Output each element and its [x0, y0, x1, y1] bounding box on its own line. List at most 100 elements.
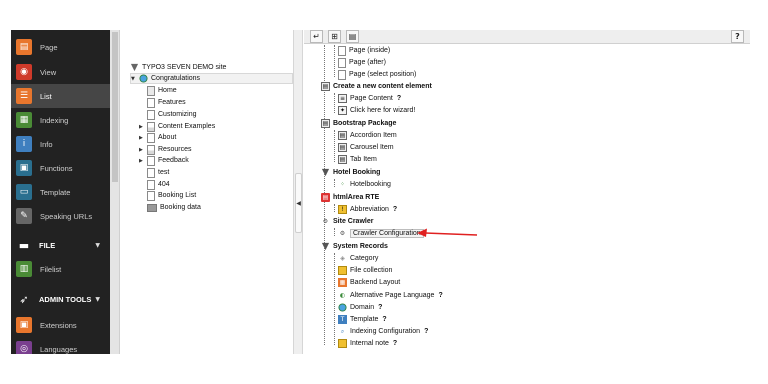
- help-icon[interactable]: ?: [438, 292, 442, 299]
- wizard-category-title: Bootstrap Package: [333, 120, 397, 127]
- wizard-item[interactable]: ! Abbreviation ?: [338, 204, 397, 215]
- wizard-item[interactable]: ⁘ Hotelbooking: [338, 179, 391, 190]
- scrollbar-thumb[interactable]: [112, 32, 118, 182]
- tree-item[interactable]: Booking List: [147, 190, 196, 201]
- tree-item[interactable]: 404: [147, 179, 170, 190]
- module-view[interactable]: ◉ View: [11, 60, 110, 84]
- module-languages[interactable]: ◎ Languages: [11, 337, 110, 354]
- tree-item-selected[interactable]: ▼ Congratulations: [130, 73, 293, 84]
- module-functions[interactable]: ▣ Functions: [11, 156, 110, 180]
- wizard-category-title: System Records: [333, 243, 388, 250]
- wizard-item[interactable]: Domain ?: [338, 302, 382, 313]
- wizard-item[interactable]: Page (after): [338, 57, 386, 68]
- module-label: Page: [40, 42, 58, 52]
- new-record-wizard: Page (inside) Page (after) Page (select …: [304, 45, 750, 354]
- module-label: Languages: [40, 344, 78, 354]
- help-icon[interactable]: ?: [397, 95, 401, 102]
- module-label: Filelist: [40, 264, 62, 274]
- page-icon: [147, 179, 155, 190]
- tree-item[interactable]: ▶ Feedback: [139, 155, 189, 166]
- speaking-urls-icon: ✎: [16, 208, 32, 224]
- wizard-item[interactable]: ▤ Accordion Item: [338, 130, 397, 141]
- expand-icon[interactable]: ▶: [139, 158, 145, 164]
- page-icon: [338, 45, 346, 56]
- tree-item[interactable]: Customizing: [147, 109, 197, 120]
- collapse-icon[interactable]: ▼: [131, 76, 137, 82]
- module-list[interactable]: ☰ List: [11, 84, 110, 108]
- view-page-button[interactable]: ▤: [346, 30, 359, 43]
- wizard-item[interactable]: T Template ?: [338, 314, 387, 325]
- module-label: Extensions: [40, 320, 77, 330]
- module-menu-scrollbar[interactable]: [110, 30, 120, 354]
- accordion-item-icon: ▤: [338, 131, 347, 140]
- category-icon: ◈: [340, 255, 345, 262]
- page-icon: [147, 155, 155, 166]
- content-element-icon: ▤: [321, 82, 330, 91]
- wizard-item[interactable]: ⚙ Crawler Configuration: [338, 228, 424, 239]
- tree-item-label: Content Examples: [158, 123, 216, 130]
- wizard-category: ▤ Create a new content element: [321, 81, 432, 92]
- typo3-logo-icon: [130, 63, 139, 72]
- wizard-item[interactable]: ≡ Page Content ?: [338, 93, 401, 104]
- help-icon[interactable]: ?: [424, 328, 428, 335]
- module-info[interactable]: i Info: [11, 132, 110, 156]
- module-template[interactable]: ▭ Template: [11, 180, 110, 204]
- module-filelist[interactable]: ▥ Filelist: [11, 257, 110, 281]
- module-indexing[interactable]: ▦ Indexing: [11, 108, 110, 132]
- tree-item[interactable]: Home: [147, 85, 177, 96]
- tree-root[interactable]: TYPO3 SEVEN DEMO site: [130, 62, 226, 73]
- wizard-item[interactable]: ◈ Category: [338, 253, 378, 264]
- new-document-icon: ⊞: [331, 32, 338, 41]
- domain-icon: [338, 303, 347, 312]
- new-record-button[interactable]: ⊞: [328, 30, 341, 43]
- wizard-item[interactable]: ◐ Alternative Page Language ?: [338, 290, 443, 301]
- help-icon[interactable]: ?: [393, 206, 397, 213]
- help-icon[interactable]: ?: [393, 340, 397, 347]
- help-icon[interactable]: ?: [382, 316, 386, 323]
- typo3-logo-icon: [321, 242, 330, 251]
- tree-item[interactable]: Features: [147, 97, 186, 108]
- wizard-item[interactable]: ▤ Carousel Item: [338, 142, 394, 153]
- expand-icon[interactable]: ▶: [139, 124, 145, 130]
- help-icon[interactable]: ?: [378, 304, 382, 311]
- tree-item[interactable]: ▶ About: [139, 132, 176, 143]
- docheader: ↵ ⊞ ▤ ?: [304, 30, 750, 44]
- wizard-item[interactable]: ⌕ Indexing Configuration ?: [338, 326, 429, 337]
- tree-item[interactable]: ▶ Resources: [139, 144, 191, 155]
- help-button[interactable]: ?: [731, 30, 744, 43]
- wizard-item-label: Click here for wizard!: [350, 107, 416, 114]
- module-extensions[interactable]: ▣ Extensions: [11, 313, 110, 337]
- module-speaking-urls[interactable]: ✎ Speaking URLs: [11, 204, 110, 228]
- tree-line: [334, 253, 335, 345]
- back-button[interactable]: ↵: [310, 30, 323, 43]
- page-icon: [147, 121, 155, 132]
- wizard-item[interactable]: ▦ Backend Layout: [338, 277, 400, 288]
- tree-item-label: Features: [158, 99, 186, 106]
- module-group-file[interactable]: ▬ FILE ▼: [11, 234, 110, 256]
- tree-item[interactable]: Booking data: [147, 202, 201, 213]
- tree-item[interactable]: test: [147, 167, 169, 178]
- expand-icon[interactable]: ▶: [139, 135, 145, 141]
- wizard-item[interactable]: File collection: [338, 265, 392, 276]
- tree-item[interactable]: ▶ Content Examples: [139, 121, 215, 132]
- tree-root-label: TYPO3 SEVEN DEMO site: [142, 64, 227, 71]
- wizard-item[interactable]: ▤ Tab Item: [338, 154, 377, 165]
- wizard-category: Hotel Booking: [321, 167, 380, 178]
- wizard-item[interactable]: Page (select position): [338, 69, 416, 80]
- wizard-item[interactable]: Internal note ?: [338, 338, 397, 349]
- wizard-item[interactable]: Page (inside): [338, 45, 390, 56]
- wizard-category-title: Hotel Booking: [333, 169, 381, 176]
- page-icon: ▤: [16, 39, 32, 55]
- wizard-item[interactable]: ✦ Click here for wizard!: [338, 105, 415, 116]
- wizard-item-label: Page (after): [349, 59, 386, 66]
- collapse-navigation-button[interactable]: ◀: [295, 173, 302, 233]
- module-group-admin-tools[interactable]: ➶ ADMIN TOOLS ▼: [11, 288, 110, 310]
- expand-icon[interactable]: ▶: [139, 147, 145, 153]
- page-icon: [338, 69, 346, 80]
- page-icon: [147, 97, 155, 108]
- wizard-category-title: Site Crawler: [333, 218, 374, 225]
- wizard-item-label: Backend Layout: [350, 279, 401, 286]
- module-label: List: [40, 91, 52, 101]
- module-page[interactable]: ▤ Page: [11, 35, 110, 59]
- group-label: FILE: [39, 240, 56, 250]
